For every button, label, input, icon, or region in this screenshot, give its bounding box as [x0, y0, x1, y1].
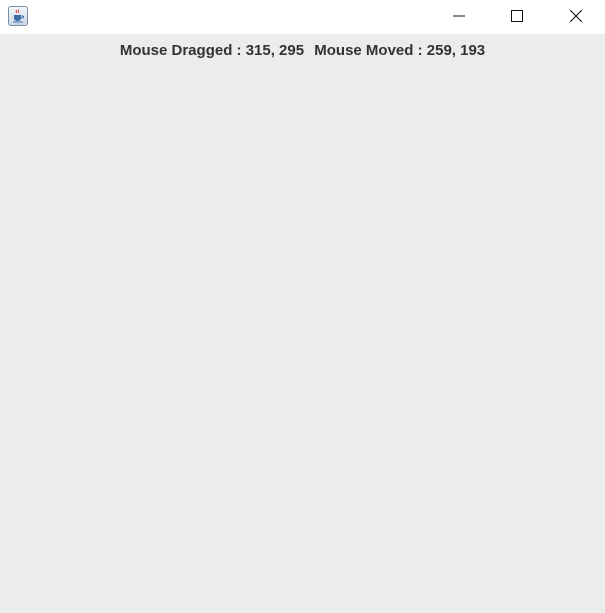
mouse-status-label: Mouse Dragged : 315, 295 Mouse Moved : 2… [0, 42, 605, 59]
close-icon [569, 9, 583, 23]
mouse-dragged-label: Mouse Dragged : 315, 295 [119, 42, 305, 59]
minimize-button[interactable] [430, 0, 488, 32]
minimize-icon [453, 15, 465, 17]
title-bar[interactable] [0, 0, 605, 34]
maximize-button[interactable] [488, 0, 546, 32]
application-window: Mouse Dragged : 315, 295 Mouse Moved : 2… [0, 0, 605, 613]
java-cup-icon[interactable] [8, 6, 28, 26]
drawing-panel[interactable]: Mouse Dragged : 315, 295 Mouse Moved : 2… [0, 34, 605, 613]
maximize-icon [511, 10, 523, 22]
mouse-moved-label: Mouse Moved : 259, 193 [314, 42, 486, 59]
close-button[interactable] [547, 0, 605, 32]
